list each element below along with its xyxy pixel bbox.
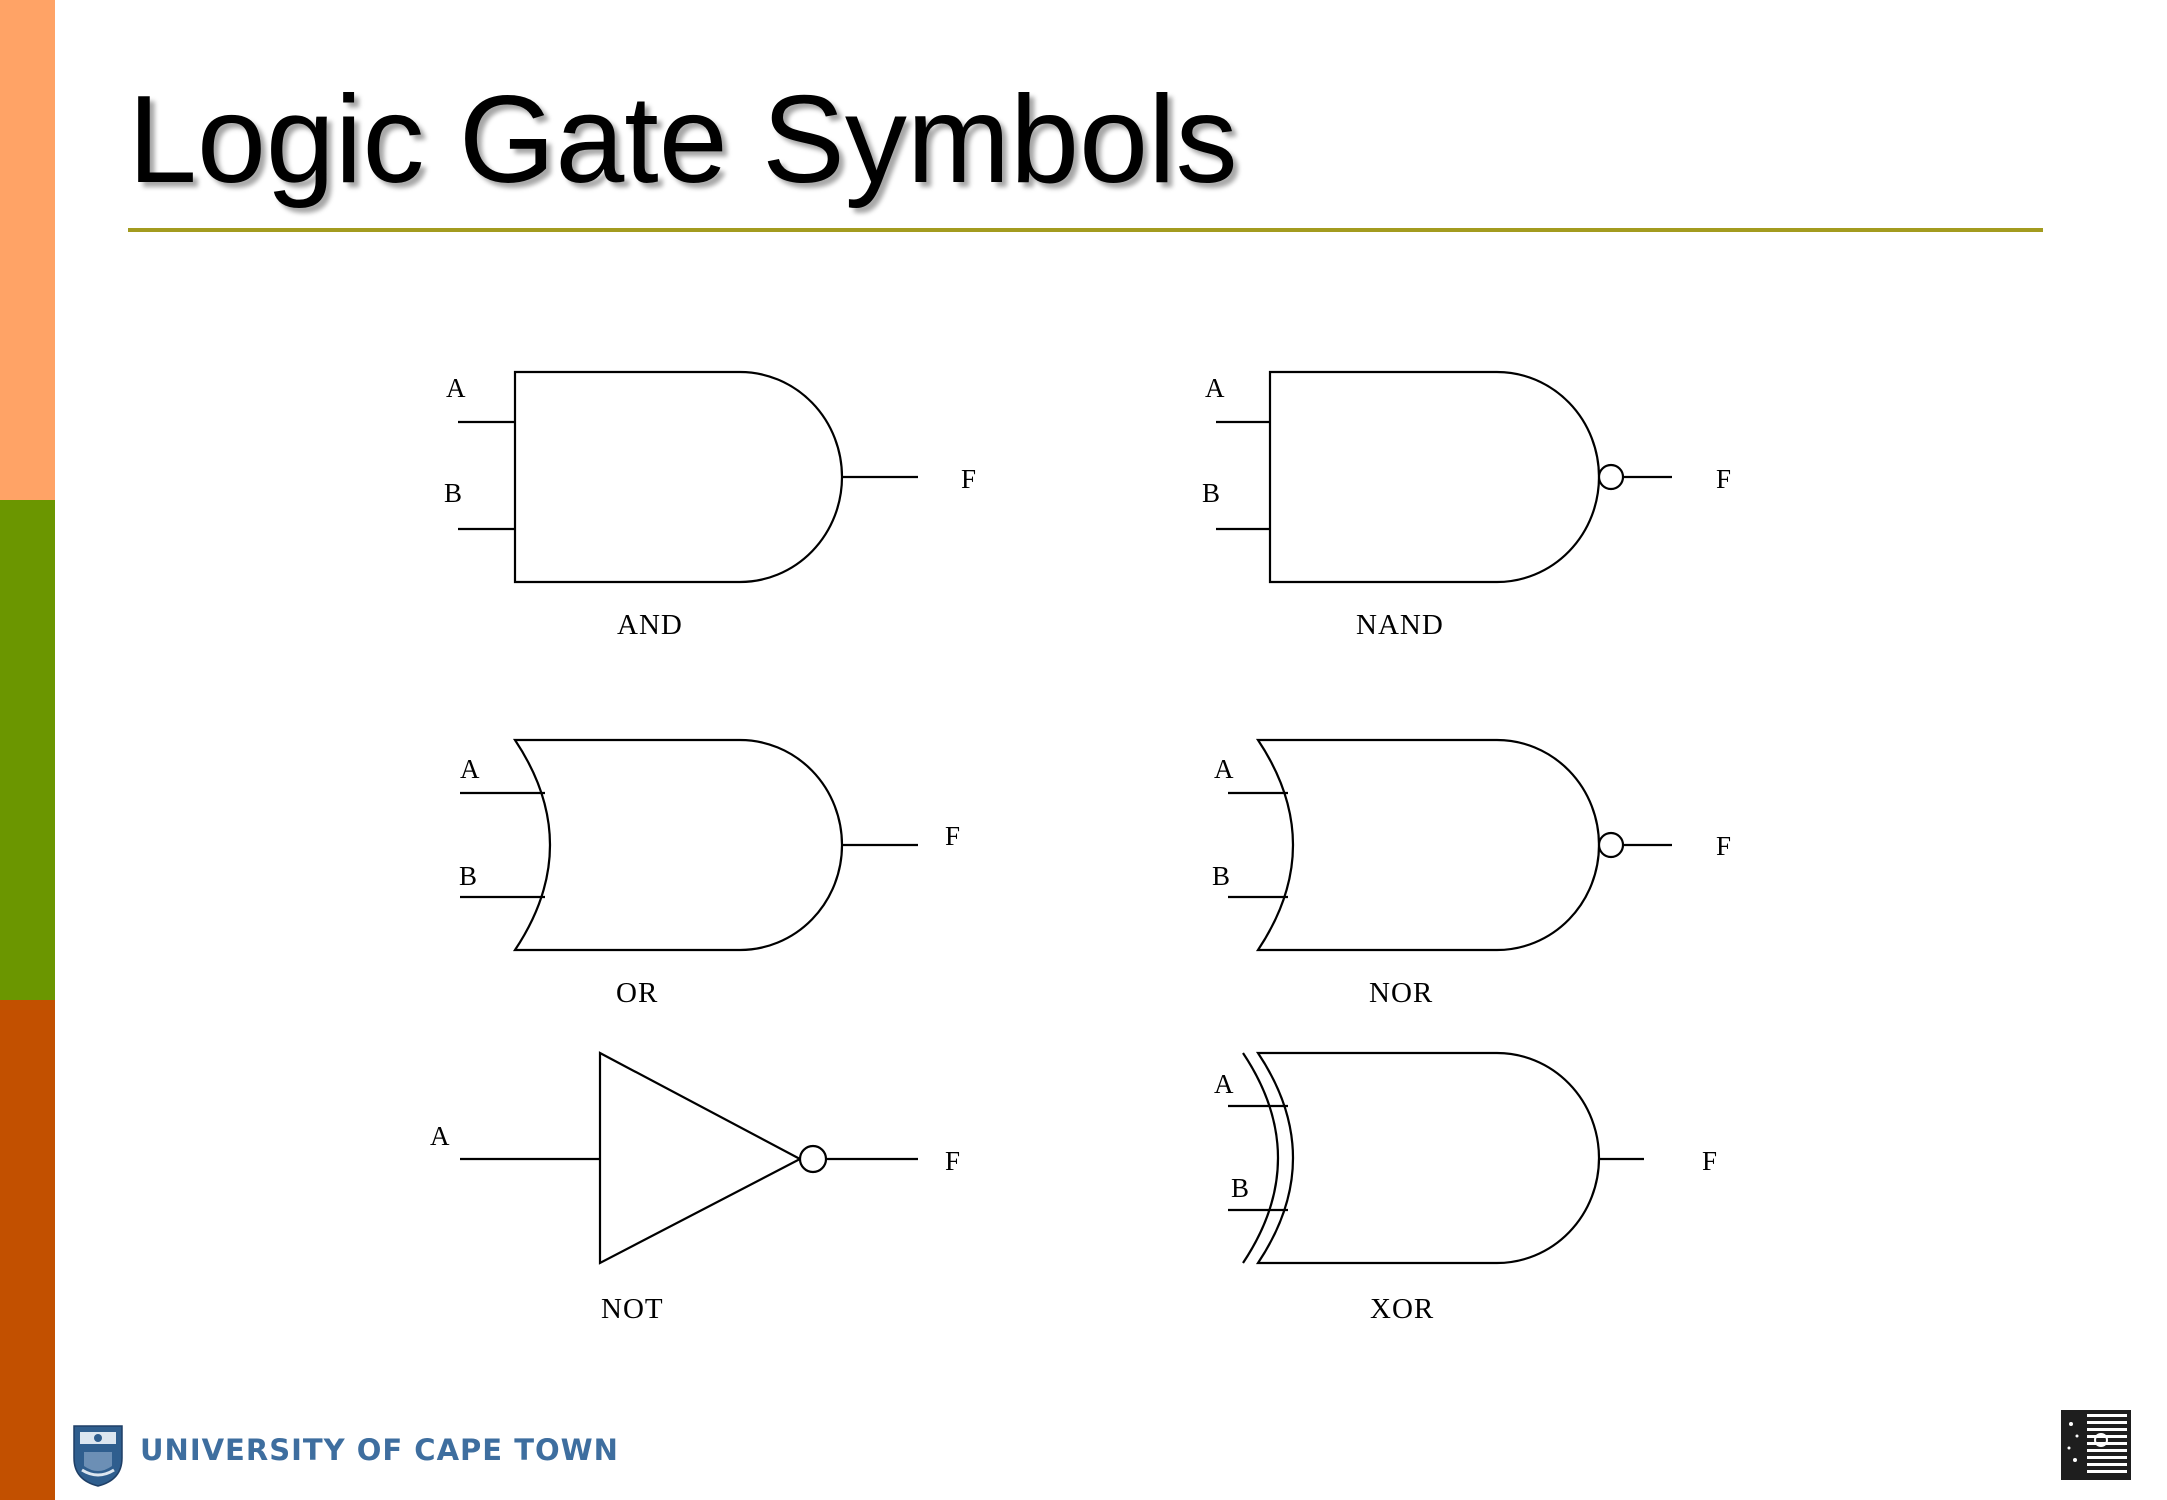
not-gate: A F NOT bbox=[430, 1051, 960, 1325]
logic-gate-diagram: A B F AND A B F NAND A B F OR A B F NOR … bbox=[430, 370, 1731, 1325]
or-gate: A B F OR bbox=[459, 738, 960, 1009]
xor-output-label: F bbox=[1702, 1146, 1717, 1176]
slide: Logic Gate Symbols A B F AND A B F NAND bbox=[0, 0, 2167, 1500]
nand-gate: A B F NAND bbox=[1202, 370, 1731, 641]
university-name: UNIVERSITY OF CAPE TOWN bbox=[140, 1433, 619, 1467]
and-input-a-label: A bbox=[446, 373, 466, 403]
xor-input-a-label: A bbox=[1214, 1069, 1234, 1099]
or-output-label: F bbox=[945, 821, 960, 851]
nand-inversion-bubble bbox=[1597, 463, 1625, 491]
and-output-label: F bbox=[961, 464, 976, 494]
nand-gate-body bbox=[1268, 370, 1601, 584]
and-gate-body bbox=[513, 370, 844, 584]
nor-input-b-label: B bbox=[1212, 861, 1230, 891]
xor-gate-name: XOR bbox=[1370, 1293, 1434, 1325]
nand-output-label: F bbox=[1716, 464, 1731, 494]
xor-extra-input-arc bbox=[1242, 1052, 1280, 1264]
not-gate-body bbox=[598, 1051, 803, 1265]
or-gate-body bbox=[512, 738, 844, 952]
not-input-a-label: A bbox=[430, 1121, 450, 1151]
nor-inversion-bubble bbox=[1597, 831, 1625, 859]
or-input-b-label: B bbox=[459, 861, 477, 891]
xor-gate: A B F XOR bbox=[1214, 1051, 1717, 1325]
university-crest-icon bbox=[73, 1425, 123, 1487]
nor-output-label: F bbox=[1716, 831, 1731, 861]
or-gate-name: OR bbox=[616, 977, 658, 1009]
and-gate-name: AND bbox=[617, 609, 683, 641]
not-output-label: F bbox=[945, 1146, 960, 1176]
nor-input-a-label: A bbox=[1214, 754, 1234, 784]
nor-gate-name: NOR bbox=[1369, 977, 1433, 1009]
nand-gate-name: NAND bbox=[1356, 609, 1444, 641]
corner-emblem-icon bbox=[2061, 1410, 2131, 1480]
nor-gate: A B F NOR bbox=[1212, 738, 1731, 1009]
not-gate-name: NOT bbox=[601, 1293, 664, 1325]
or-input-a-label: A bbox=[460, 754, 480, 784]
xor-input-b-label: B bbox=[1231, 1173, 1249, 1203]
nand-input-a-label: A bbox=[1205, 373, 1225, 403]
nor-gate-body bbox=[1255, 738, 1601, 952]
and-gate: A B F AND bbox=[444, 370, 976, 641]
xor-gate-body bbox=[1255, 1051, 1601, 1265]
nand-input-b-label: B bbox=[1202, 478, 1220, 508]
and-input-b-label: B bbox=[444, 478, 462, 508]
not-inversion-bubble bbox=[798, 1144, 828, 1174]
